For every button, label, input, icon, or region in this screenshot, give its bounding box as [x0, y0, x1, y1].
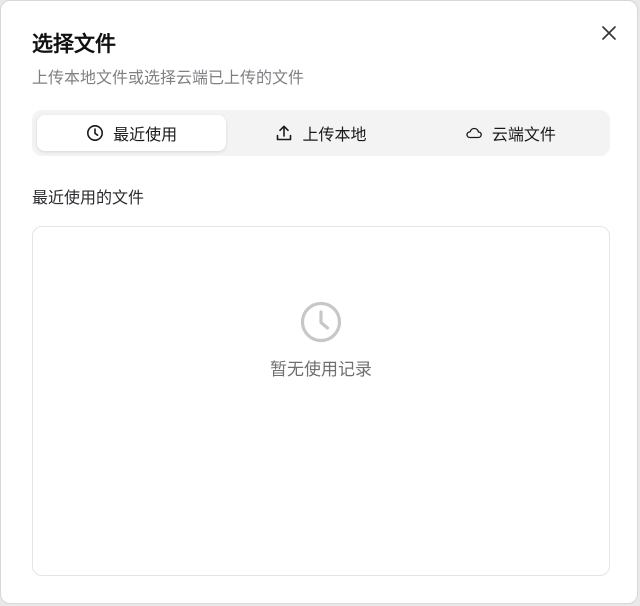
- tab-cloud-files-label: 云端文件: [491, 125, 556, 144]
- dialog-title: 选择文件: [32, 32, 116, 56]
- section-label: 最近使用的文件: [32, 188, 145, 207]
- tab-recent[interactable]: 最近使用: [37, 115, 227, 151]
- recent-files-panel: 暂无使用记录: [32, 226, 610, 576]
- upload-icon: [275, 124, 293, 142]
- close-icon: [602, 26, 616, 40]
- clock-icon: [86, 124, 104, 142]
- tab-recent-label: 最近使用: [113, 125, 178, 144]
- tab-upload-local[interactable]: 上传本地: [226, 115, 415, 151]
- tab-upload-local-label: 上传本地: [302, 125, 367, 144]
- close-button[interactable]: [597, 21, 621, 45]
- tab-cloud-files[interactable]: 云端文件: [416, 115, 605, 151]
- empty-state-text: 暂无使用记录: [270, 360, 372, 380]
- cloud-icon: [465, 124, 483, 142]
- source-tabs: 最近使用 上传本地 云端文件: [32, 110, 610, 156]
- clock-icon: [300, 301, 342, 343]
- dialog-subtitle: 上传本地文件或选择云端已上传的文件: [32, 68, 305, 87]
- select-file-dialog: 选择文件 上传本地文件或选择云端已上传的文件 最近使用 上传本地 云端文件 最近…: [0, 0, 638, 604]
